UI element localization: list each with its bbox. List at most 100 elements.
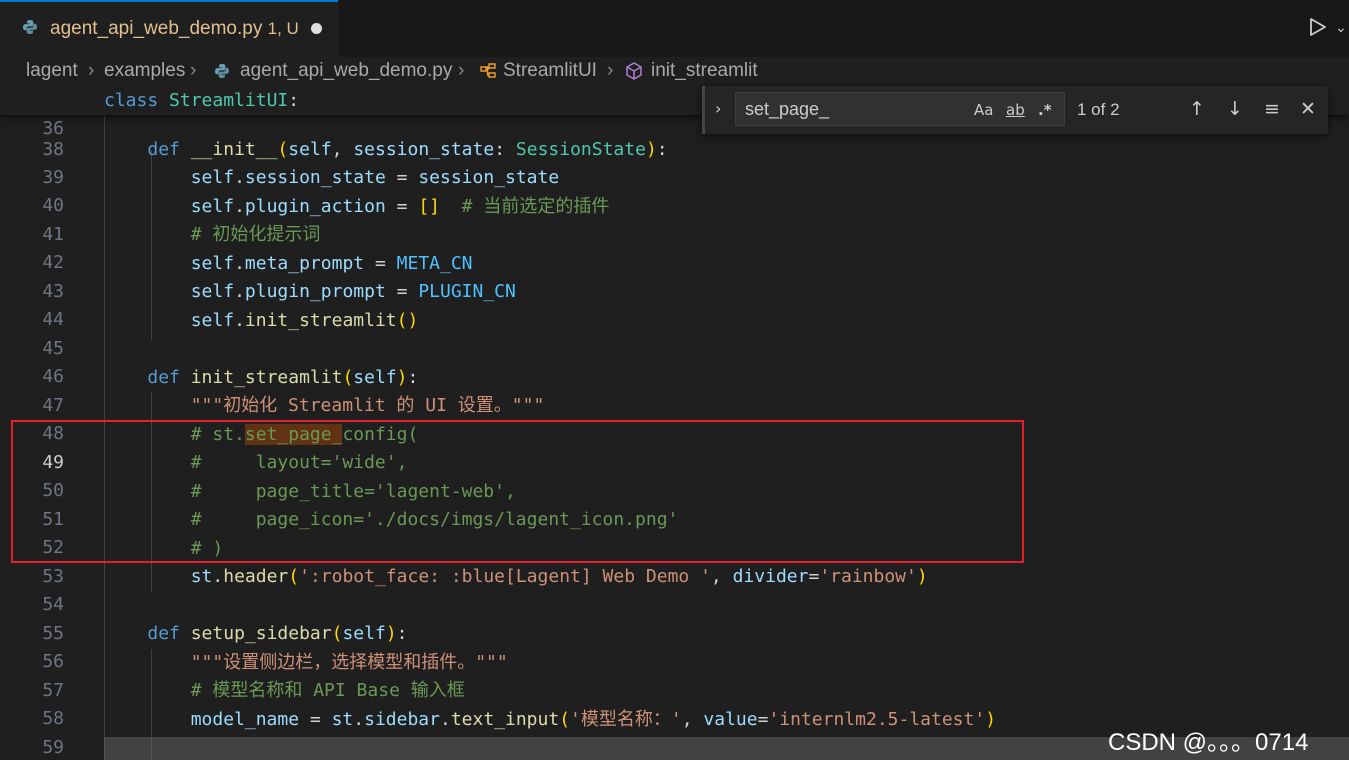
method-cube-icon [626,62,642,80]
code-token: self [342,623,386,644]
code-token: : [494,139,516,160]
find-input[interactable]: set_page_ Aa ab .* [735,92,1065,126]
match-whole-word-icon[interactable]: ab [1006,101,1025,119]
code-line[interactable]: 42 # 初始化提示词 [0,221,1349,273]
code-token: = [385,167,419,188]
code-token: = [299,709,332,730]
match-case-icon[interactable]: Aa [974,101,993,119]
code-line[interactable]: 40 self.session_state = session_state [0,164,1349,216]
breadcrumb-folder[interactable]: examples [104,60,185,82]
code-token: plugin_prompt [244,281,386,302]
code-token: ) [396,367,408,388]
code-line[interactable]: 39 def __init__(self, session_state: Ses… [0,136,1349,188]
previous-match-arrow-up-icon[interactable]: ↑ [1184,96,1210,122]
code-token: plugin_action [244,196,386,217]
code-token: meta_prompt [244,253,365,274]
annotation-highlight-box [11,420,1024,563]
code-token: self [190,281,235,302]
breadcrumb-class[interactable]: StreamlitUI [503,60,597,82]
code-line[interactable]: 46 [0,335,1349,387]
code-comment: # 当前选定的插件 [440,196,610,217]
code-token: self [190,167,235,188]
breadcrumb-root[interactable]: lagent [26,60,78,82]
breadcrumb: lagent › examples › agent_api_web_demo.p… [0,57,1349,87]
toggle-replace-chevron-icon[interactable]: › [715,99,721,118]
code-token: ) [645,139,657,160]
code-line[interactable]: 56 def setup_sidebar(self): [0,620,1349,672]
code-token: = [364,253,397,274]
breadcrumb-file[interactable]: agent_api_web_demo.py [240,60,452,82]
breadcrumb-method[interactable]: init_streamlit [651,60,758,82]
code-token: . [234,281,245,302]
code-line[interactable]: 54 st.header(':robot_face: :blue[Lagent]… [0,563,1349,615]
find-widget: › set_page_ Aa ab .* 1 of 2 ↑ ↓ ≡ ✕ [702,86,1328,134]
code-token: SessionState [515,139,646,160]
close-icon[interactable]: ✕ [1295,96,1321,122]
python-file-icon [23,20,37,34]
code-token: : [656,139,668,160]
code-token: . [439,709,451,730]
code-token: . [234,167,245,188]
code-token: , [710,566,733,587]
code-token: self [190,310,235,331]
tab-bar: agent_api_web_demo.py 1, U ⌄ [0,0,1349,57]
class-name: StreamlitUI [169,90,289,111]
code-token: ) [385,623,397,644]
code-token: header [223,566,289,587]
unsaved-dot-icon[interactable] [311,23,322,34]
docstring: """设置侧边栏，选择模型和插件。""" [190,652,508,673]
code-line[interactable]: 47 def init_streamlit(self): [0,364,1349,416]
tab-filename: agent_api_web_demo.py 1, U [50,18,299,39]
code-token: [] [418,196,440,217]
chevron-right-icon: › [88,60,95,81]
editor-tab-active[interactable]: agent_api_web_demo.py 1, U [0,0,338,57]
next-match-arrow-down-icon[interactable]: ↓ [1222,96,1248,122]
code-token: = [385,196,419,217]
use-regex-icon[interactable]: .* [1038,101,1052,119]
code-token: . [353,709,365,730]
code-token: META_CN [396,253,473,274]
match-count: 1 of 2 [1077,100,1120,119]
code-token: session_state [353,139,495,160]
code-line[interactable]: 48 """初始化 Streamlit 的 UI 设置。""" [0,392,1349,444]
code-token: ( [342,367,354,388]
code-token: def [147,139,180,160]
keyword: class [104,90,159,111]
python-file-icon [215,64,229,78]
code-token: , [331,139,354,160]
chevron-down-icon[interactable]: ⌄ [1335,20,1347,36]
code-line[interactable]: 45 self.init_streamlit() [0,307,1349,359]
code-token: . [234,310,245,331]
chevron-right-icon: › [190,60,197,81]
code-token: = [757,709,769,730]
code-token: ( [559,709,571,730]
code-token: self [288,139,332,160]
code-token: sidebar [364,709,440,730]
code-token: . [234,196,245,217]
find-in-selection-icon[interactable]: ≡ [1259,96,1285,122]
run-icon[interactable] [1309,17,1327,37]
code-line[interactable]: 55 [0,592,1349,644]
code-token: = [385,281,419,302]
code-token: setup_sidebar [190,623,332,644]
code-line[interactable]: 58 # 模型名称和 API Base 输入框 [0,677,1349,729]
line-number: 36 [42,118,64,139]
code-token: . [212,566,224,587]
code-token: : [396,623,408,644]
code-token: self [353,367,397,388]
code-token: ) [916,566,928,587]
code-token: value [703,709,758,730]
code-token: st [190,566,213,587]
code-line[interactable]: 44 self.plugin_prompt = PLUGIN_CN [0,278,1349,330]
code-token: , [681,709,704,730]
code-line[interactable]: 43 self.meta_prompt = META_CN [0,250,1349,302]
code-token: session_state [418,167,560,188]
code-token: def [147,367,180,388]
code-line[interactable]: 57 """设置侧边栏，选择模型和插件。""" [0,649,1349,701]
chevron-right-icon: › [607,60,614,81]
docstring: """初始化 Streamlit 的 UI 设置。""" [190,395,545,416]
code-line[interactable]: 41 self.plugin_action = [] # 当前选定的插件 [0,193,1349,245]
code-token: ( [288,566,300,587]
code-token: text_input [450,709,560,730]
code-token: ( [277,139,289,160]
